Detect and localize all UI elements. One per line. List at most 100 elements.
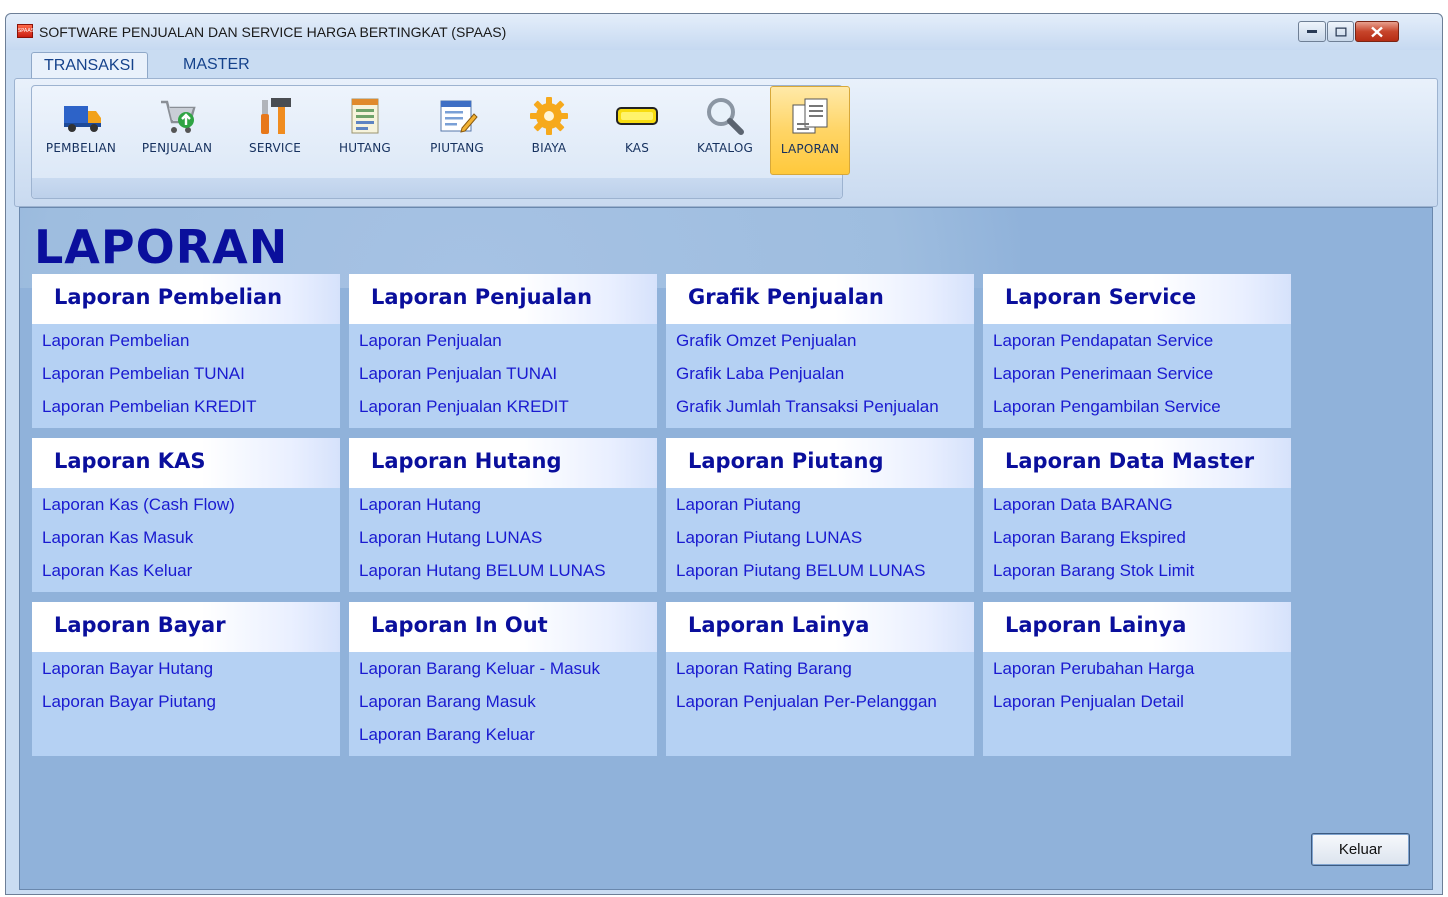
app-logo-icon: SPAAS xyxy=(17,24,34,38)
report-link[interactable]: Laporan Penjualan TUNAI xyxy=(359,362,657,395)
ribbon-button-label: SERVICE xyxy=(249,141,301,155)
section-title: Laporan Piutang xyxy=(666,438,974,488)
report-link[interactable]: Laporan Pembelian xyxy=(42,329,340,362)
ribbon-button-label: LAPORAN xyxy=(780,142,840,156)
report-link[interactable]: Laporan Penerimaan Service xyxy=(993,362,1291,395)
report-link[interactable]: Laporan Pengambilan Service xyxy=(993,395,1291,428)
report-link[interactable]: Grafik Omzet Penjualan xyxy=(676,329,974,362)
section-title: Laporan Lainya xyxy=(983,602,1291,652)
report-link[interactable]: Laporan Bayar Hutang xyxy=(42,657,340,690)
exit-button[interactable]: Keluar xyxy=(1311,833,1410,866)
maximize-icon xyxy=(1335,27,1346,36)
documents-icon xyxy=(792,98,828,134)
close-button[interactable] xyxy=(1355,21,1399,42)
ribbon-tab-bar: TRANSAKSI MASTER xyxy=(6,51,1442,80)
app-window: SPAAS SOFTWARE PENJUALAN DAN SERVICE HAR… xyxy=(5,13,1443,895)
ribbon-button-hutang[interactable]: HUTANG xyxy=(326,86,404,176)
ledger-icon xyxy=(351,98,379,134)
section-laporan-lainya-2: Laporan Lainya Laporan Perubahan Harga L… xyxy=(983,602,1291,756)
section-title: Laporan KAS xyxy=(32,438,340,488)
ribbon-button-biaya[interactable]: BIAYA xyxy=(510,86,588,176)
report-link[interactable]: Laporan Pendapatan Service xyxy=(993,329,1291,362)
section-title: Laporan Bayar xyxy=(32,602,340,652)
report-link[interactable]: Laporan Hutang xyxy=(359,493,657,526)
section-laporan-hutang: Laporan Hutang Laporan Hutang Laporan Hu… xyxy=(349,438,657,592)
report-link[interactable]: Grafik Laba Penjualan xyxy=(676,362,974,395)
report-link[interactable]: Laporan Penjualan Detail xyxy=(993,690,1291,723)
ribbon-button-katalog[interactable]: KATALOG xyxy=(684,86,766,176)
report-link[interactable]: Laporan Piutang xyxy=(676,493,974,526)
report-link[interactable]: Laporan Barang Keluar - Masuk xyxy=(359,657,657,690)
section-laporan-bayar: Laporan Bayar Laporan Bayar Hutang Lapor… xyxy=(32,602,340,756)
tab-transaksi[interactable]: TRANSAKSI xyxy=(31,52,148,80)
delivery-truck-icon xyxy=(64,106,101,132)
report-link[interactable]: Laporan Data BARANG xyxy=(993,493,1291,526)
gear-icon xyxy=(530,97,568,135)
ribbon-button-piutang[interactable]: PIUTANG xyxy=(412,86,502,176)
minimize-icon xyxy=(1307,29,1317,33)
ribbon-button-label: PIUTANG xyxy=(430,141,484,155)
report-link[interactable]: Laporan Penjualan Per-Pelanggan xyxy=(676,690,974,723)
ribbon-button-label: PEMBELIAN xyxy=(45,141,117,155)
tab-master[interactable]: MASTER xyxy=(171,52,262,79)
section-title: Laporan Data Master xyxy=(983,438,1291,488)
ribbon-button-laporan[interactable]: LAPORAN xyxy=(770,86,850,175)
ribbon-button-pembelian[interactable]: PEMBELIAN xyxy=(35,86,127,176)
ribbon-button-label: BIAYA xyxy=(531,141,567,155)
section-laporan-pembelian: Laporan Pembelian Laporan Pembelian Lapo… xyxy=(32,274,340,428)
form-pencil-icon xyxy=(440,100,478,133)
ribbon-button-kas[interactable]: KAS xyxy=(598,86,676,176)
report-link[interactable]: Laporan Kas (Cash Flow) xyxy=(42,493,340,526)
tools-icon xyxy=(261,98,291,134)
maximize-button[interactable] xyxy=(1327,21,1354,42)
section-title: Grafik Penjualan xyxy=(666,274,974,324)
report-link[interactable]: Laporan Piutang BELUM LUNAS xyxy=(676,559,974,592)
report-link[interactable]: Laporan Kas Masuk xyxy=(42,526,340,559)
ribbon-button-label: PENJUALAN xyxy=(141,141,213,155)
ribbon-panel: PEMBELIAN PENJUALAN SERVICE HUTANG PIUTA… xyxy=(14,78,1438,207)
ribbon-group-transaksi: PEMBELIAN PENJUALAN SERVICE HUTANG PIUTA… xyxy=(31,85,850,199)
report-link[interactable]: Laporan Barang Ekspired xyxy=(993,526,1291,559)
magnifier-icon xyxy=(707,98,744,135)
report-link[interactable]: Laporan Barang Masuk xyxy=(359,690,657,723)
report-link[interactable]: Laporan Barang Keluar xyxy=(359,723,657,756)
section-title: Laporan Hutang xyxy=(349,438,657,488)
ribbon-button-penjualan[interactable]: PENJUALAN xyxy=(130,86,224,176)
report-link[interactable]: Laporan Penjualan KREDIT xyxy=(359,395,657,428)
report-menu-panel: LAPORAN Laporan Pembelian Laporan Pembel… xyxy=(19,207,1433,890)
report-link[interactable]: Laporan Perubahan Harga xyxy=(993,657,1291,690)
section-laporan-piutang: Laporan Piutang Laporan Piutang Laporan … xyxy=(666,438,974,592)
cash-bar-icon xyxy=(616,107,658,125)
section-title: Laporan Pembelian xyxy=(32,274,340,324)
close-icon xyxy=(1371,26,1383,37)
section-laporan-service: Laporan Service Laporan Pendapatan Servi… xyxy=(983,274,1291,428)
section-laporan-kas: Laporan KAS Laporan Kas (Cash Flow) Lapo… xyxy=(32,438,340,592)
title-bar: SPAAS SOFTWARE PENJUALAN DAN SERVICE HAR… xyxy=(6,14,1442,50)
shopping-cart-icon xyxy=(161,100,196,133)
report-link[interactable]: Laporan Kas Keluar xyxy=(42,559,340,592)
page-title: LAPORAN xyxy=(34,220,289,274)
report-link[interactable]: Laporan Pembelian KREDIT xyxy=(42,395,340,428)
report-link[interactable]: Laporan Penjualan xyxy=(359,329,657,362)
report-link[interactable]: Laporan Hutang LUNAS xyxy=(359,526,657,559)
ribbon-button-label: HUTANG xyxy=(339,141,391,155)
report-link[interactable]: Grafik Jumlah Transaksi Penjualan xyxy=(676,395,974,428)
section-laporan-lainya-1: Laporan Lainya Laporan Rating Barang Lap… xyxy=(666,602,974,756)
minimize-button[interactable] xyxy=(1298,21,1326,42)
report-link[interactable]: Laporan Bayar Piutang xyxy=(42,690,340,723)
report-link[interactable]: Laporan Piutang LUNAS xyxy=(676,526,974,559)
section-title: Laporan Service xyxy=(983,274,1291,324)
ribbon-button-service[interactable]: SERVICE xyxy=(234,86,316,176)
ribbon-button-label: KAS xyxy=(624,141,650,155)
section-grafik-penjualan: Grafik Penjualan Grafik Omzet Penjualan … xyxy=(666,274,974,428)
window-title: SOFTWARE PENJUALAN DAN SERVICE HARGA BER… xyxy=(39,24,507,40)
report-link[interactable]: Laporan Rating Barang xyxy=(676,657,974,690)
report-link[interactable]: Laporan Pembelian TUNAI xyxy=(42,362,340,395)
section-title: Laporan In Out xyxy=(349,602,657,652)
ribbon-button-label: KATALOG xyxy=(697,141,753,155)
section-title: Laporan Penjualan xyxy=(349,274,657,324)
section-laporan-data-master: Laporan Data Master Laporan Data BARANG … xyxy=(983,438,1291,592)
report-link[interactable]: Laporan Hutang BELUM LUNAS xyxy=(359,559,657,592)
report-link[interactable]: Laporan Barang Stok Limit xyxy=(993,559,1291,592)
section-title: Laporan Lainya xyxy=(666,602,974,652)
